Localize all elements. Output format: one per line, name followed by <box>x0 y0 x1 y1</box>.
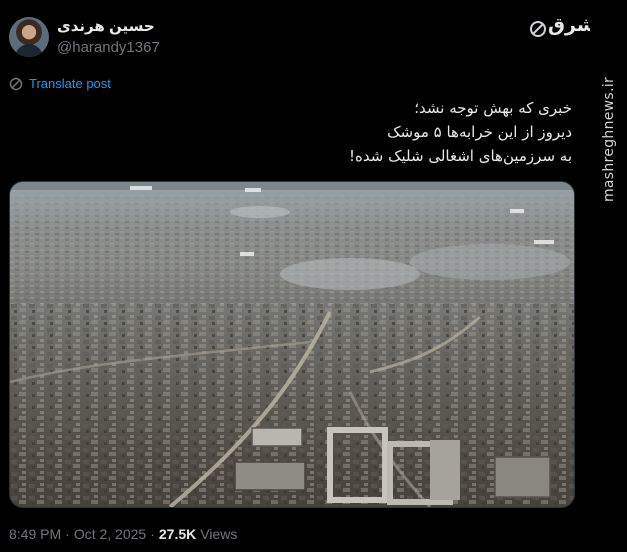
translate-globe-icon <box>9 77 23 90</box>
tweet-line-1: خبری که بهش توجه نشد؛ <box>414 99 572 117</box>
author-display-name[interactable]: حسین هرندی <box>57 17 155 35</box>
translate-post-link[interactable]: Translate post <box>9 76 111 91</box>
tweet-date[interactable]: Oct 2, 2025 <box>74 526 146 542</box>
author-handle[interactable]: @harandy1367 <box>57 39 160 56</box>
tweet-media-image[interactable] <box>9 181 575 508</box>
translate-post-label: Translate post <box>29 76 111 91</box>
tweet-post: حسین هرندی @harandy1367 مشرق Translate p… <box>0 0 608 552</box>
avatar[interactable] <box>9 17 49 57</box>
meta-separator-2: · <box>150 526 155 542</box>
aerial-photo-image <box>10 182 574 507</box>
tweet-line-3: به سرزمین‌های اشغالی شلیک شده! <box>349 147 572 165</box>
site-watermark: mashreghnews.ir <box>590 0 627 280</box>
views-label: Views <box>200 526 238 542</box>
tweet-line-2: دیروز از این خرابه‌ها ۵ موشک <box>387 123 572 141</box>
watermark-text: mashreghnews.ir <box>600 77 617 203</box>
views-count: 27.5K <box>158 526 197 542</box>
mashregh-logo-icon <box>530 21 546 37</box>
tweet-meta: 8:49 PM · Oct 2, 2025 · 27.5K Views <box>9 526 237 542</box>
meta-separator: · <box>65 526 70 542</box>
tweet-time[interactable]: 8:49 PM <box>9 526 61 542</box>
tweet-text: خبری که بهش توجه نشد؛ دیروز از این خرابه… <box>72 96 572 168</box>
